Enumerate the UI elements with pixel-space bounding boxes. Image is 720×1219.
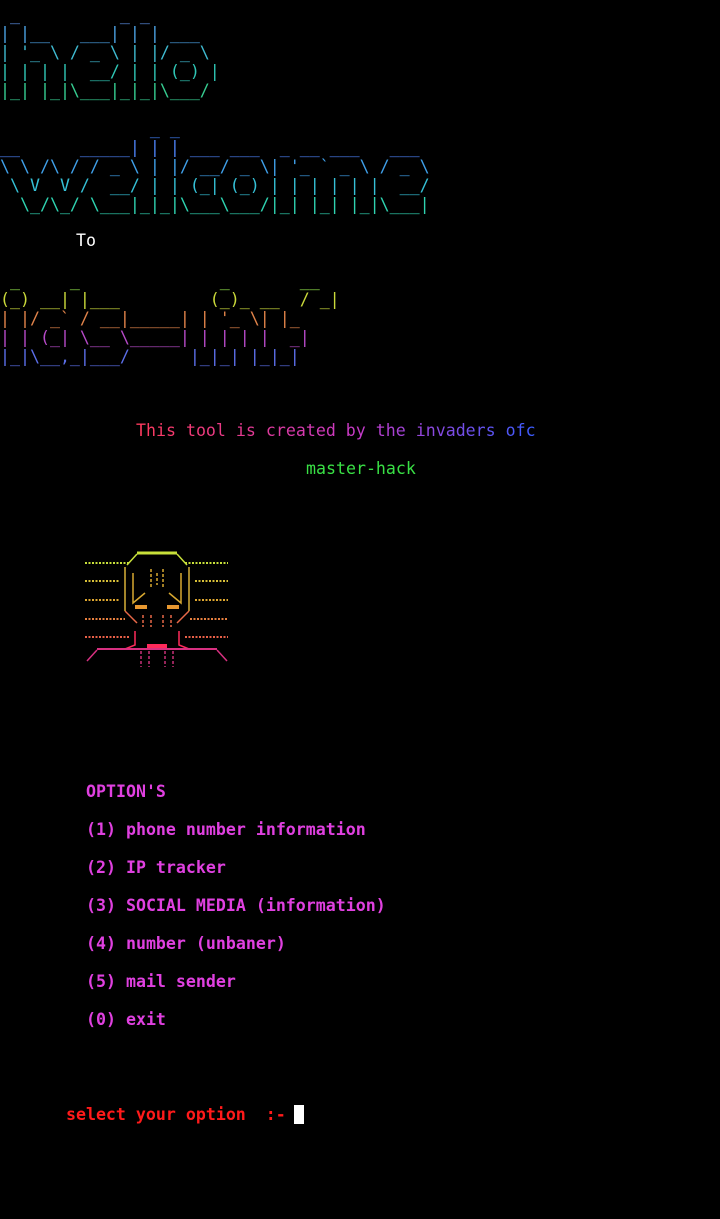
skull-cheek-right bbox=[167, 605, 179, 609]
skull-base-left bbox=[86, 649, 98, 662]
hello-line-4: | | | | __/ | | (_) | bbox=[0, 62, 220, 81]
hello-line-5: |_| |_|\___|_|_|\___/ bbox=[0, 81, 210, 100]
tool-line-4: | | (_| \__ \_____| | | | | _| bbox=[0, 328, 310, 347]
terminal-cursor[interactable] bbox=[293, 1105, 304, 1124]
ascii-banner-hello: _ _ _ | |__ ___| | | ___ | '_ \ / _ \ | … bbox=[0, 5, 220, 100]
skull-top-left bbox=[126, 553, 138, 566]
skull-top-right bbox=[176, 553, 188, 566]
welcome-line-2: __ _____| | | ___ ___ _ __ ___ ___ bbox=[0, 138, 420, 157]
menu-option-5: (5) mail sender bbox=[86, 972, 236, 991]
hello-line-2: | |__ ___| | | ___ bbox=[0, 24, 200, 43]
tool-line-5: |_|\__,_|___/ |_|_| |_|_| bbox=[0, 347, 300, 366]
hello-line-3: | '_ \ / _ \ | |/ _ \ bbox=[0, 43, 210, 62]
skull-chin-left bbox=[124, 631, 136, 650]
welcome-line-5: \_/\_/ \___|_|_|\___\___/|_| |_| |_|\___… bbox=[0, 195, 430, 214]
skull-eye-right bbox=[168, 573, 182, 605]
menu-option-2: (2) IP tracker bbox=[86, 858, 226, 877]
skull-cheek-left bbox=[135, 605, 147, 609]
skull-jaw-left bbox=[124, 610, 138, 624]
menu-option-3: (3) SOCIAL MEDIA (information) bbox=[86, 896, 386, 915]
skull-chin-right bbox=[178, 631, 190, 650]
ascii-banner-tool: _ _ _ __ (_) __| |___ (_)_ __ / _| | |/ … bbox=[0, 271, 340, 366]
welcome-line-1: _ _ bbox=[0, 119, 180, 138]
tool-line-2: (_) __| |___ (_)_ __ / _| bbox=[0, 290, 340, 309]
menu-option-1: (1) phone number information bbox=[86, 820, 366, 839]
skull-eye-left bbox=[132, 573, 146, 605]
author-name: master-hack bbox=[306, 459, 416, 478]
ascii-banner-welcome: _ _ __ _____| | | ___ ___ _ __ ___ ___ \… bbox=[0, 119, 430, 214]
prompt-label: select your option :- bbox=[65, 1105, 286, 1124]
banner-to: To bbox=[76, 231, 96, 250]
menu-heading: OPTION'S bbox=[86, 782, 166, 801]
skull-base-right bbox=[216, 649, 228, 662]
skull-mouth bbox=[147, 644, 167, 648]
input-prompt[interactable]: select your option :- bbox=[26, 1086, 304, 1143]
hello-line-1: _ _ _ bbox=[0, 5, 150, 24]
tool-line-1: _ _ _ __ bbox=[0, 271, 320, 290]
welcome-line-3: \ \ /\ / / _ \ | |/ __/ _ \| '_ ` _ \ / … bbox=[0, 157, 430, 176]
terminal-window: _ _ _ | |__ ___| | | ___ | '_ \ / _ \ | … bbox=[0, 0, 720, 1219]
welcome-line-4: \ V V / __/ | | (_| (_) | | | | | | __/ bbox=[0, 176, 430, 195]
credit-line: This tool is created by the invaders ofc bbox=[136, 421, 536, 440]
menu-option-4: (4) number (unbaner) bbox=[86, 934, 286, 953]
tool-line-3: | |/ _` / __|_____| | '_ \| |_ bbox=[0, 309, 300, 328]
menu-option-0: (0) exit bbox=[86, 1010, 166, 1029]
skull-jaw-right bbox=[176, 610, 190, 624]
skull-icon bbox=[85, 551, 228, 667]
